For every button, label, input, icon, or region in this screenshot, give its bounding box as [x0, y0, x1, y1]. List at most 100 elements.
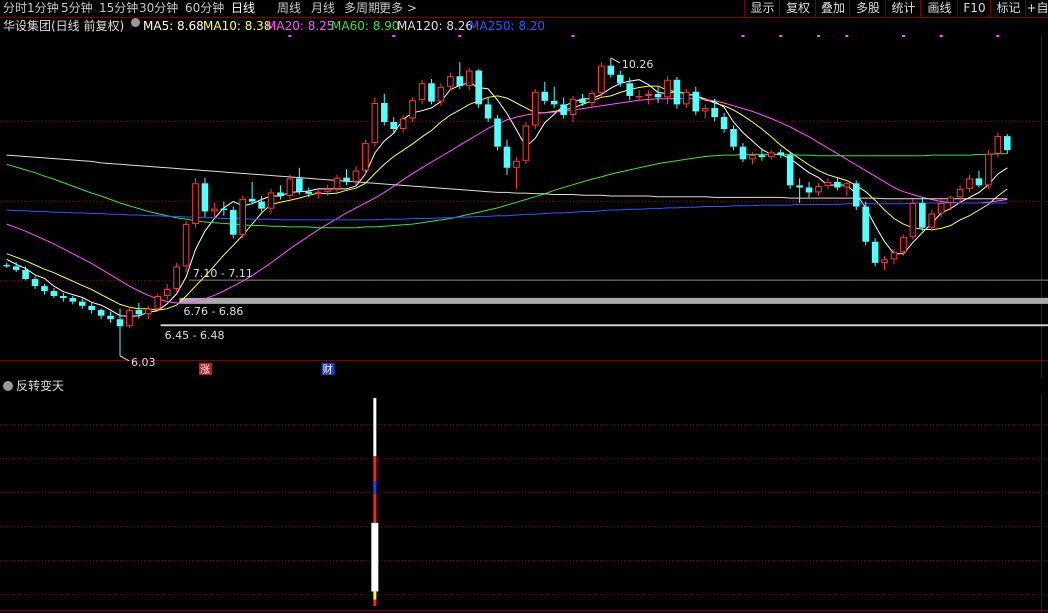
period-tab-9[interactable]: 多周期	[344, 0, 380, 17]
candle	[211, 203, 218, 218]
candle-body-up	[362, 143, 369, 171]
period-tab-7[interactable]: 周线	[277, 0, 301, 17]
candle-body-up	[966, 178, 973, 189]
candle-body-down	[380, 102, 388, 122]
candle	[909, 199, 917, 240]
candle-body-down	[78, 301, 86, 306]
candle-body-down	[852, 183, 860, 207]
candle-body-down	[229, 210, 237, 235]
candle-body-down	[550, 100, 558, 105]
candle	[229, 206, 237, 239]
period-tab-3[interactable]: 15分钟	[99, 0, 138, 17]
signal-bar-segment	[373, 599, 377, 606]
candle	[947, 195, 954, 211]
candle-body-down	[673, 79, 681, 105]
candle-body-up	[947, 197, 954, 204]
ma-label-ma20: MA20: 8.25	[266, 19, 335, 33]
candle-body-down	[258, 201, 265, 209]
candle-body-down	[296, 178, 303, 192]
candle-body-down	[248, 198, 256, 202]
candle-body-up	[333, 177, 341, 189]
candle	[475, 69, 482, 108]
candle-body-up	[182, 224, 190, 267]
candle-body-up	[588, 93, 596, 103]
candle	[456, 62, 464, 89]
candle	[343, 169, 350, 186]
candle-body-down	[50, 291, 58, 296]
candle-body-down	[871, 241, 879, 263]
tool-button-6[interactable]: F10	[957, 0, 991, 17]
candle	[50, 288, 58, 299]
tool-button-4[interactable]: 统计	[885, 0, 921, 17]
tool-button-3[interactable]: 多股	[849, 0, 886, 17]
candle-body-down	[390, 122, 398, 130]
candle-body-up	[409, 100, 416, 119]
ma-label-ma250: MA250: 8.20	[469, 19, 546, 33]
period-tab-8[interactable]: 月线	[311, 0, 335, 17]
candle	[550, 86, 558, 108]
candle	[569, 95, 577, 122]
candle-body-down	[786, 155, 794, 186]
candle-body-down	[919, 203, 926, 228]
candle-body-down	[12, 266, 20, 270]
candle-body-up	[815, 186, 822, 193]
period-tab-10[interactable]: 更多 >	[379, 0, 417, 17]
period-tab-6[interactable]: 日线	[231, 0, 255, 17]
indicator-title-row: 反转变天	[0, 378, 64, 394]
candle	[88, 303, 95, 314]
candle	[805, 181, 813, 198]
event-badge[interactable]: 涨	[198, 363, 212, 376]
candle-body-up	[956, 188, 964, 198]
candle	[201, 177, 209, 218]
ma-label-ma60: MA60: 8.90	[331, 19, 400, 33]
candle-body-up	[418, 83, 426, 101]
high-price-label: 10.26	[622, 58, 654, 71]
tool-button-7[interactable]: 标记	[990, 0, 1026, 17]
candle	[560, 97, 567, 119]
candle	[41, 284, 48, 295]
candle-body-up	[532, 91, 539, 126]
candle-body-up	[173, 266, 180, 289]
tool-button-2[interactable]: 叠加	[815, 0, 850, 17]
candle	[532, 88, 539, 130]
candle-body-up	[890, 252, 898, 260]
candle-body-down	[626, 83, 634, 96]
candle-body-up	[635, 95, 643, 98]
tool-button-5[interactable]: 画线	[920, 0, 958, 17]
indicator-chart[interactable]	[0, 394, 1048, 613]
candle-body-up	[145, 308, 152, 315]
event-badge[interactable]: 财	[321, 363, 335, 376]
candle	[97, 308, 105, 320]
tool-button-0[interactable]: 显示	[744, 0, 780, 17]
tool-button-1[interactable]: 复权	[779, 0, 816, 17]
period-tab-0[interactable]: 分时	[3, 0, 27, 17]
candle-body-down	[69, 298, 77, 302]
candle-body-down	[88, 305, 95, 311]
tool-button-8[interactable]: +自	[1025, 0, 1048, 17]
candle	[598, 62, 605, 98]
high-pointer	[610, 57, 621, 64]
period-tab-1[interactable]: 1分钟	[27, 0, 59, 17]
candle	[607, 57, 615, 78]
indicator-toggle-icon[interactable]	[0, 379, 16, 393]
period-tab-5[interactable]: 60分钟	[185, 0, 224, 17]
candle	[12, 262, 20, 273]
candle	[126, 307, 133, 329]
candle-body-down	[22, 269, 29, 280]
period-tab-2[interactable]: 5分钟	[61, 0, 93, 17]
candle	[834, 177, 841, 191]
candle-body-down	[616, 74, 624, 84]
period-tab-4[interactable]: 30分钟	[139, 0, 178, 17]
candle	[3, 262, 11, 268]
info-bar: 华设集团(日线 前复权) MA5: 8.68 MA10: 8.38 MA20: 8.…	[0, 18, 1048, 35]
candle-body-up	[824, 181, 832, 187]
candle-body-down	[475, 70, 482, 105]
signal-marker-dot	[741, 35, 745, 37]
candle-body-down	[560, 104, 567, 115]
price-chart[interactable]: 7.10 - 7.11 6.76 - 6.86 6.45 - 6.48 10.26 6.…	[0, 35, 1048, 378]
candle-body-down	[116, 319, 124, 327]
candle-body-down	[456, 76, 464, 87]
candle-body-down	[277, 192, 284, 196]
candle-body-up	[598, 65, 605, 94]
candle-body-up	[239, 198, 247, 235]
